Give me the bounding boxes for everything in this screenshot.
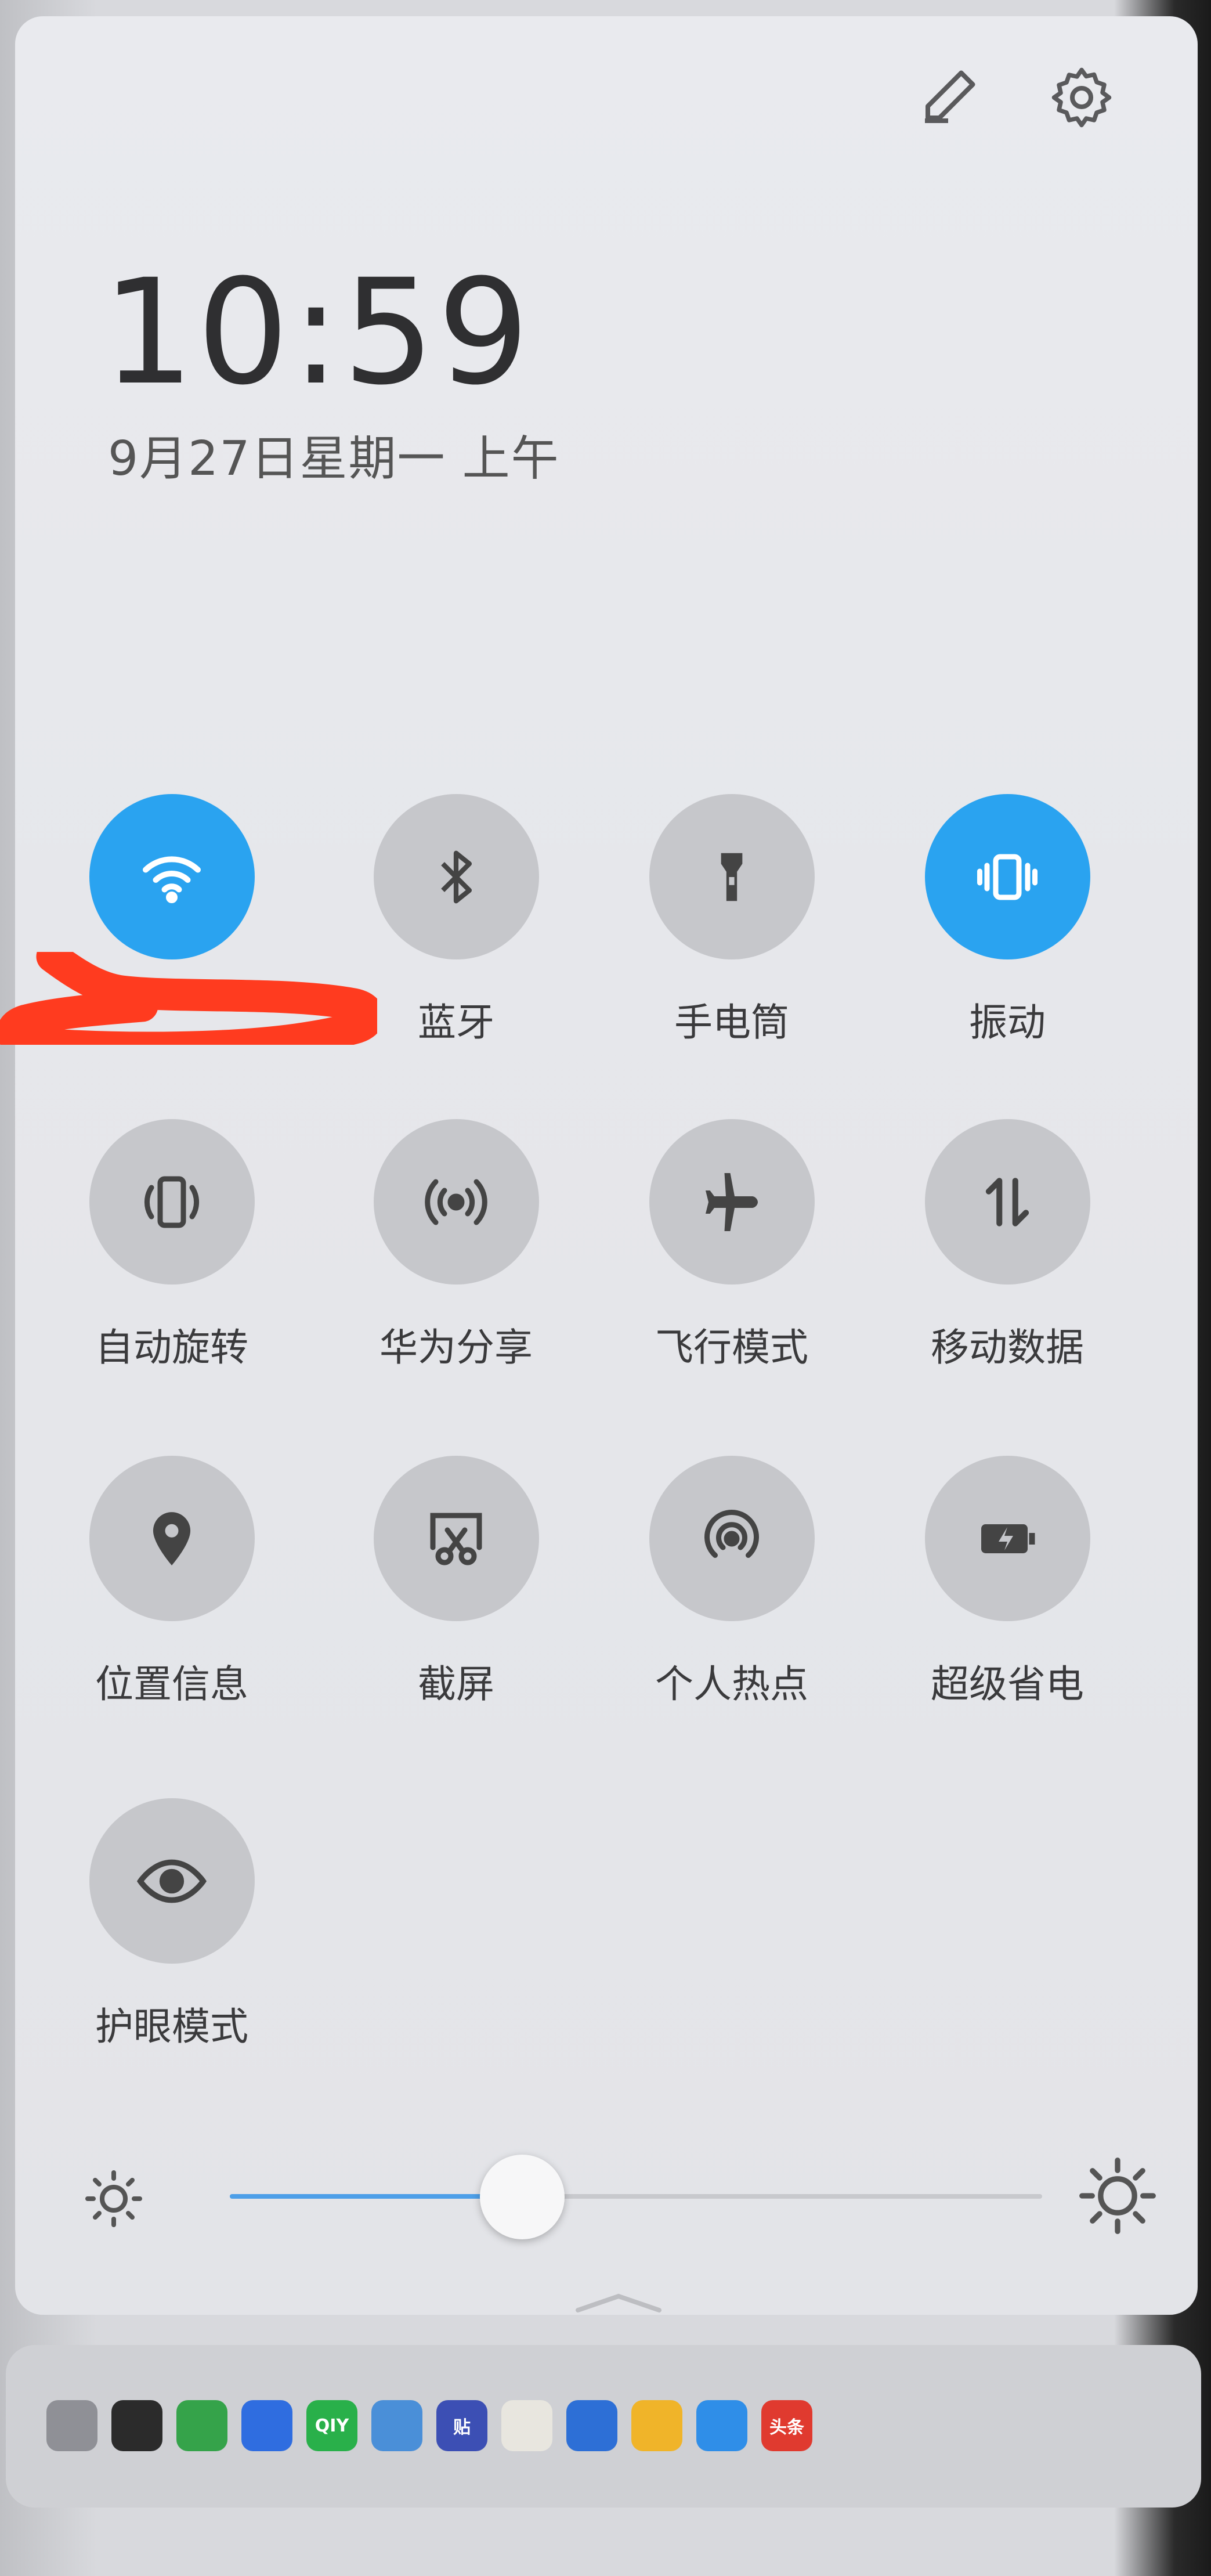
toutiao-icon: 头条	[761, 2400, 812, 2451]
tile-vibrate[interactable]: 振动	[903, 794, 1112, 1047]
tile-bluetooth[interactable]: 蓝牙	[352, 794, 561, 1047]
tieba-icon: 贴	[436, 2400, 487, 2451]
tile-location[interactable]: 位置信息	[67, 1456, 276, 1709]
tile-label: 超级省电	[931, 1662, 1084, 1706]
tile-label: 护眼模式	[95, 2004, 248, 2049]
tile-huawei-share[interactable]: 华为分享	[352, 1119, 561, 1372]
tile-label: 个人热点	[655, 1662, 808, 1706]
tile-label: 手电筒	[674, 1000, 789, 1045]
app-reading-icon	[501, 2400, 552, 2451]
flashlight-icon	[649, 794, 815, 959]
brightness-fill	[230, 2194, 522, 2199]
tile-flashlight[interactable]: 手电筒	[627, 794, 836, 1047]
tile-battery-saver[interactable]: 超级省电	[903, 1456, 1112, 1709]
brightness-low-icon	[85, 2170, 142, 2227]
auto-rotate-icon	[89, 1119, 255, 1285]
top-icons	[908, 57, 1122, 138]
tile-label: 飞行模式	[655, 1325, 808, 1370]
mobile-data-icon	[924, 1119, 1090, 1285]
quick-settings-panel: 10:59 9月27日星期一 上午 蓝牙 手电筒 振动 自动旋转 华为分享 飞行…	[15, 16, 1198, 2315]
app-green-icon	[176, 2400, 227, 2451]
vibrate-icon	[924, 794, 1090, 959]
tile-label: 蓝牙	[418, 1000, 494, 1045]
bluetooth-icon	[373, 794, 539, 959]
airplane-icon	[649, 1119, 815, 1285]
tile-label: 位置信息	[95, 1662, 248, 1706]
brightness-slider[interactable]	[79, 2152, 1158, 2239]
tile-label: 振动	[969, 1000, 1046, 1045]
tile-label: 移动数据	[931, 1325, 1084, 1370]
wifi-icon	[89, 794, 255, 959]
tile-screenshot[interactable]: 截屏	[352, 1456, 561, 1709]
qq-icon	[111, 2400, 162, 2451]
files-icon	[46, 2400, 97, 2451]
iqiyi-icon: QIY	[306, 2400, 357, 2451]
tile-airplane[interactable]: 飞行模式	[627, 1119, 836, 1372]
tile-mobile-data[interactable]: 移动数据	[903, 1119, 1112, 1372]
app-blue-icon	[371, 2400, 422, 2451]
location-icon	[89, 1456, 255, 1621]
tile-hotspot[interactable]: 个人热点	[627, 1456, 836, 1709]
clock-time[interactable]: 10:59	[102, 260, 532, 405]
brightness-track[interactable]	[230, 2155, 1042, 2239]
battery-saver-icon	[924, 1456, 1090, 1621]
brightness-thumb[interactable]	[480, 2155, 565, 2239]
screenshot-icon	[373, 1456, 539, 1621]
settings-icon[interactable]	[1041, 57, 1122, 138]
tile-label: 华为分享	[379, 1325, 533, 1370]
notification-app-icons: QIY 贴 头条	[46, 2400, 812, 2451]
app-yellow-icon	[696, 2400, 747, 2451]
bulb-icon	[566, 2400, 617, 2451]
eye-comfort-icon	[89, 1798, 255, 1964]
tile-label: 截屏	[418, 1662, 494, 1706]
hotspot-icon	[649, 1456, 815, 1621]
tile-auto-rotate[interactable]: 自动旋转	[67, 1119, 276, 1372]
redaction-mark	[0, 952, 377, 1045]
clock-date: 9月27日星期一 上午	[108, 431, 560, 486]
baidu-icon	[241, 2400, 292, 2451]
brightness-high-icon	[1079, 2158, 1156, 2234]
tile-label: 自动旋转	[95, 1325, 248, 1370]
huawei-share-icon	[373, 1119, 539, 1285]
collapse-handle-icon[interactable]	[572, 2292, 665, 2315]
weibo-icon	[631, 2400, 682, 2451]
tile-eye-comfort[interactable]: 护眼模式	[67, 1798, 276, 2051]
edit-icon[interactable]	[908, 57, 989, 138]
